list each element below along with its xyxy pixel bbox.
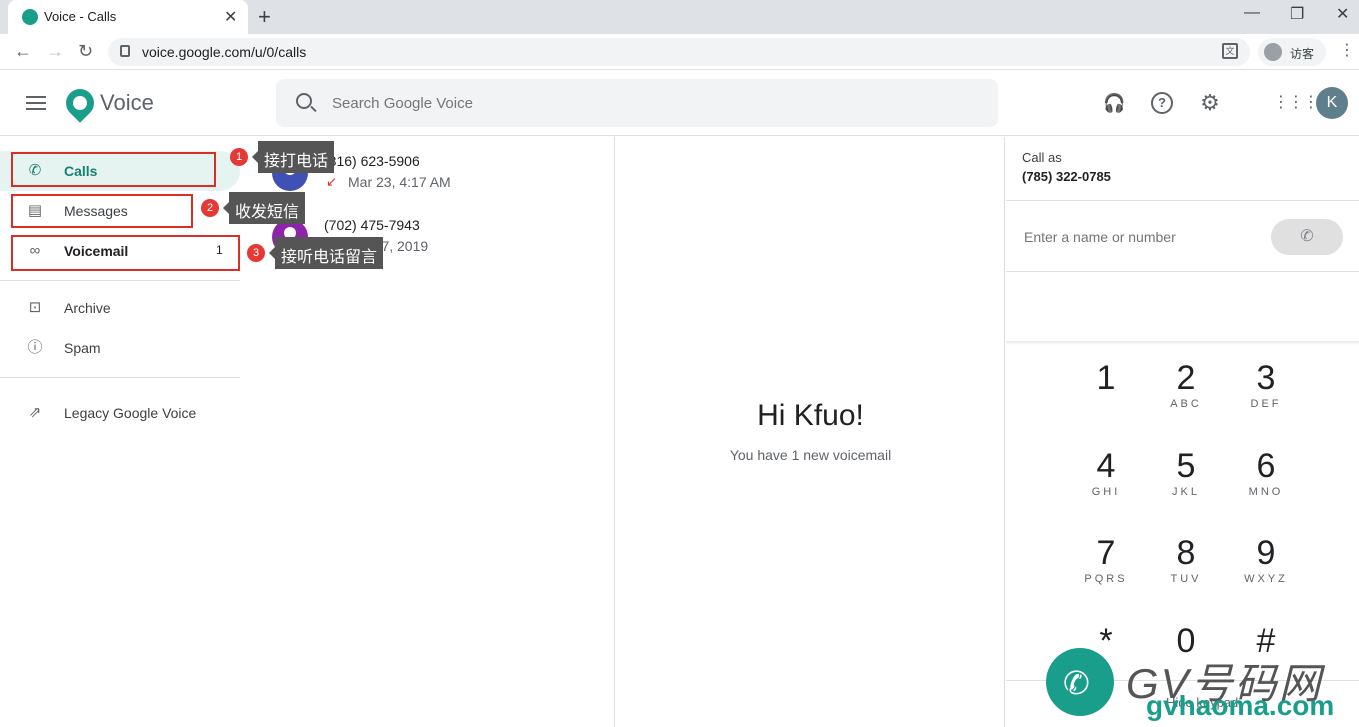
sidebar-divider — [0, 377, 240, 378]
spam-icon: ⓘ — [27, 339, 43, 356]
keypad-key-2[interactable]: 2 ABC — [1151, 358, 1221, 428]
window-close-icon[interactable]: ✕ — [1336, 4, 1349, 24]
apps-grid-icon[interactable]: ⋮⋮⋮ — [1273, 92, 1319, 114]
sidebar-item-archive[interactable]: ⊡ Archive — [0, 288, 240, 328]
call-as-number[interactable]: (785) 322-0785 — [1022, 169, 1111, 184]
voice-favicon-icon — [22, 9, 38, 25]
sidebar-item-label: Archive — [64, 300, 111, 316]
keypad-key-1[interactable]: 1 — [1071, 358, 1141, 428]
reload-icon[interactable]: ↻ — [78, 41, 93, 62]
browser-menu-icon[interactable]: ⋮ — [1339, 40, 1355, 60]
annotation-box-voicemail — [11, 235, 240, 271]
call-as-label: Call as — [1022, 150, 1062, 165]
restore-icon[interactable]: ❐ — [1290, 4, 1304, 24]
forward-icon[interactable]: → — [46, 41, 64, 62]
new-tab-button[interactable]: + — [258, 4, 271, 30]
search-bar[interactable] — [276, 79, 998, 127]
settings-gear-icon[interactable]: ⚙ — [1199, 92, 1221, 114]
address-bar: ← → ↻ voice.google.com/u/0/calls 文 访客 ⋮ — [0, 34, 1359, 70]
sidebar-item-spam[interactable]: ⓘ Spam — [0, 328, 240, 368]
keypad-key-9[interactable]: 9 WXYZ — [1231, 533, 1301, 603]
sidebar-item-legacy[interactable]: ⇗ Legacy Google Voice — [0, 393, 240, 433]
dialer-divider — [1006, 271, 1359, 272]
sidebar-item-label: Legacy Google Voice — [64, 405, 197, 421]
headset-icon[interactable]: 🎧 — [1103, 92, 1125, 114]
profile-button[interactable]: 访客 — [1258, 38, 1326, 66]
keypad-key-6[interactable]: 6 MNO — [1231, 446, 1301, 516]
profile-avatar-icon — [1264, 43, 1282, 61]
lock-icon — [120, 45, 130, 57]
sidebar-divider — [0, 280, 240, 281]
external-link-icon: ⇗ — [28, 404, 42, 421]
sidebar-item-label: Spam — [64, 340, 101, 356]
keypad-shadow — [1006, 341, 1359, 345]
call-number: (702) 475-7943 — [324, 217, 420, 233]
keypad-key-5[interactable]: 5 JKL — [1151, 446, 1221, 516]
minimize-icon[interactable]: — — [1244, 4, 1260, 22]
back-icon[interactable]: ← — [14, 41, 32, 62]
url-text[interactable]: voice.google.com/u/0/calls — [142, 44, 306, 60]
keypad-key-8[interactable]: 8 TUV — [1151, 533, 1221, 603]
dial-call-button[interactable]: ✆ — [1271, 219, 1343, 255]
annotation-number: 2 — [201, 199, 219, 217]
annotation-tooltip: 收发短信 — [222, 192, 306, 224]
keypad-key-4[interactable]: 4 GHI — [1071, 446, 1141, 516]
browser-tabbar: Voice - Calls ✕ + — ❐ ✕ — [0, 0, 1359, 34]
call-time: Mar 23, 4:17 AM — [348, 174, 451, 190]
call-number: (816) 623-5906 — [324, 153, 420, 169]
app-header: Voice 🎧 ? ⚙ ⋮⋮⋮ K — [0, 70, 1359, 136]
archive-icon: ⊡ — [28, 299, 42, 316]
profile-name: 访客 — [1290, 47, 1315, 61]
keypad-key-7[interactable]: 7 PQRS — [1071, 533, 1141, 603]
browser-tab[interactable]: Voice - Calls ✕ — [8, 0, 248, 34]
watermark-phone-icon: ✆ — [1063, 665, 1090, 701]
tab-close-icon[interactable]: ✕ — [224, 7, 237, 27]
missed-call-icon: ↙ — [326, 174, 337, 189]
account-avatar[interactable]: K — [1316, 87, 1348, 119]
annotation-box-calls — [11, 152, 216, 187]
call-list: (816) 623-5906 ↙ Mar 23, 4:17 AM (702) 4… — [240, 137, 615, 727]
annotation-number: 3 — [247, 244, 265, 262]
translate-icon[interactable]: 文 — [1222, 43, 1238, 59]
welcome-panel: Hi Kfuo! You have 1 new voicemail — [616, 137, 1005, 727]
help-icon[interactable]: ? — [1151, 92, 1173, 114]
watermark-url: gvhaoma.com — [1146, 690, 1335, 721]
dialer-panel: Call as (785) 322-0785 ✆ 1 2ABC 3DEF 4GH… — [1006, 137, 1359, 727]
keypad-key-3[interactable]: 3 DEF — [1231, 358, 1301, 428]
annotation-number: 1 — [230, 148, 248, 166]
search-icon[interactable] — [296, 93, 312, 109]
welcome-greeting: Hi Kfuo! — [757, 399, 864, 432]
annotation-tooltip: 接打电话 — [251, 141, 335, 173]
welcome-subtitle: You have 1 new voicemail — [729, 447, 892, 463]
search-input[interactable] — [332, 91, 932, 115]
hamburger-menu-icon[interactable] — [26, 96, 46, 110]
omnibox[interactable]: voice.google.com/u/0/calls 文 — [108, 38, 1250, 66]
dialer-divider — [1006, 200, 1359, 201]
dial-number-input[interactable] — [1024, 226, 1264, 248]
annotation-tooltip: 接听电话留言 — [268, 237, 384, 269]
brand-name: Voice — [100, 90, 154, 115]
annotation-box-messages — [11, 194, 193, 228]
voice-logo-icon — [60, 83, 100, 123]
tab-title: Voice - Calls — [44, 9, 117, 24]
